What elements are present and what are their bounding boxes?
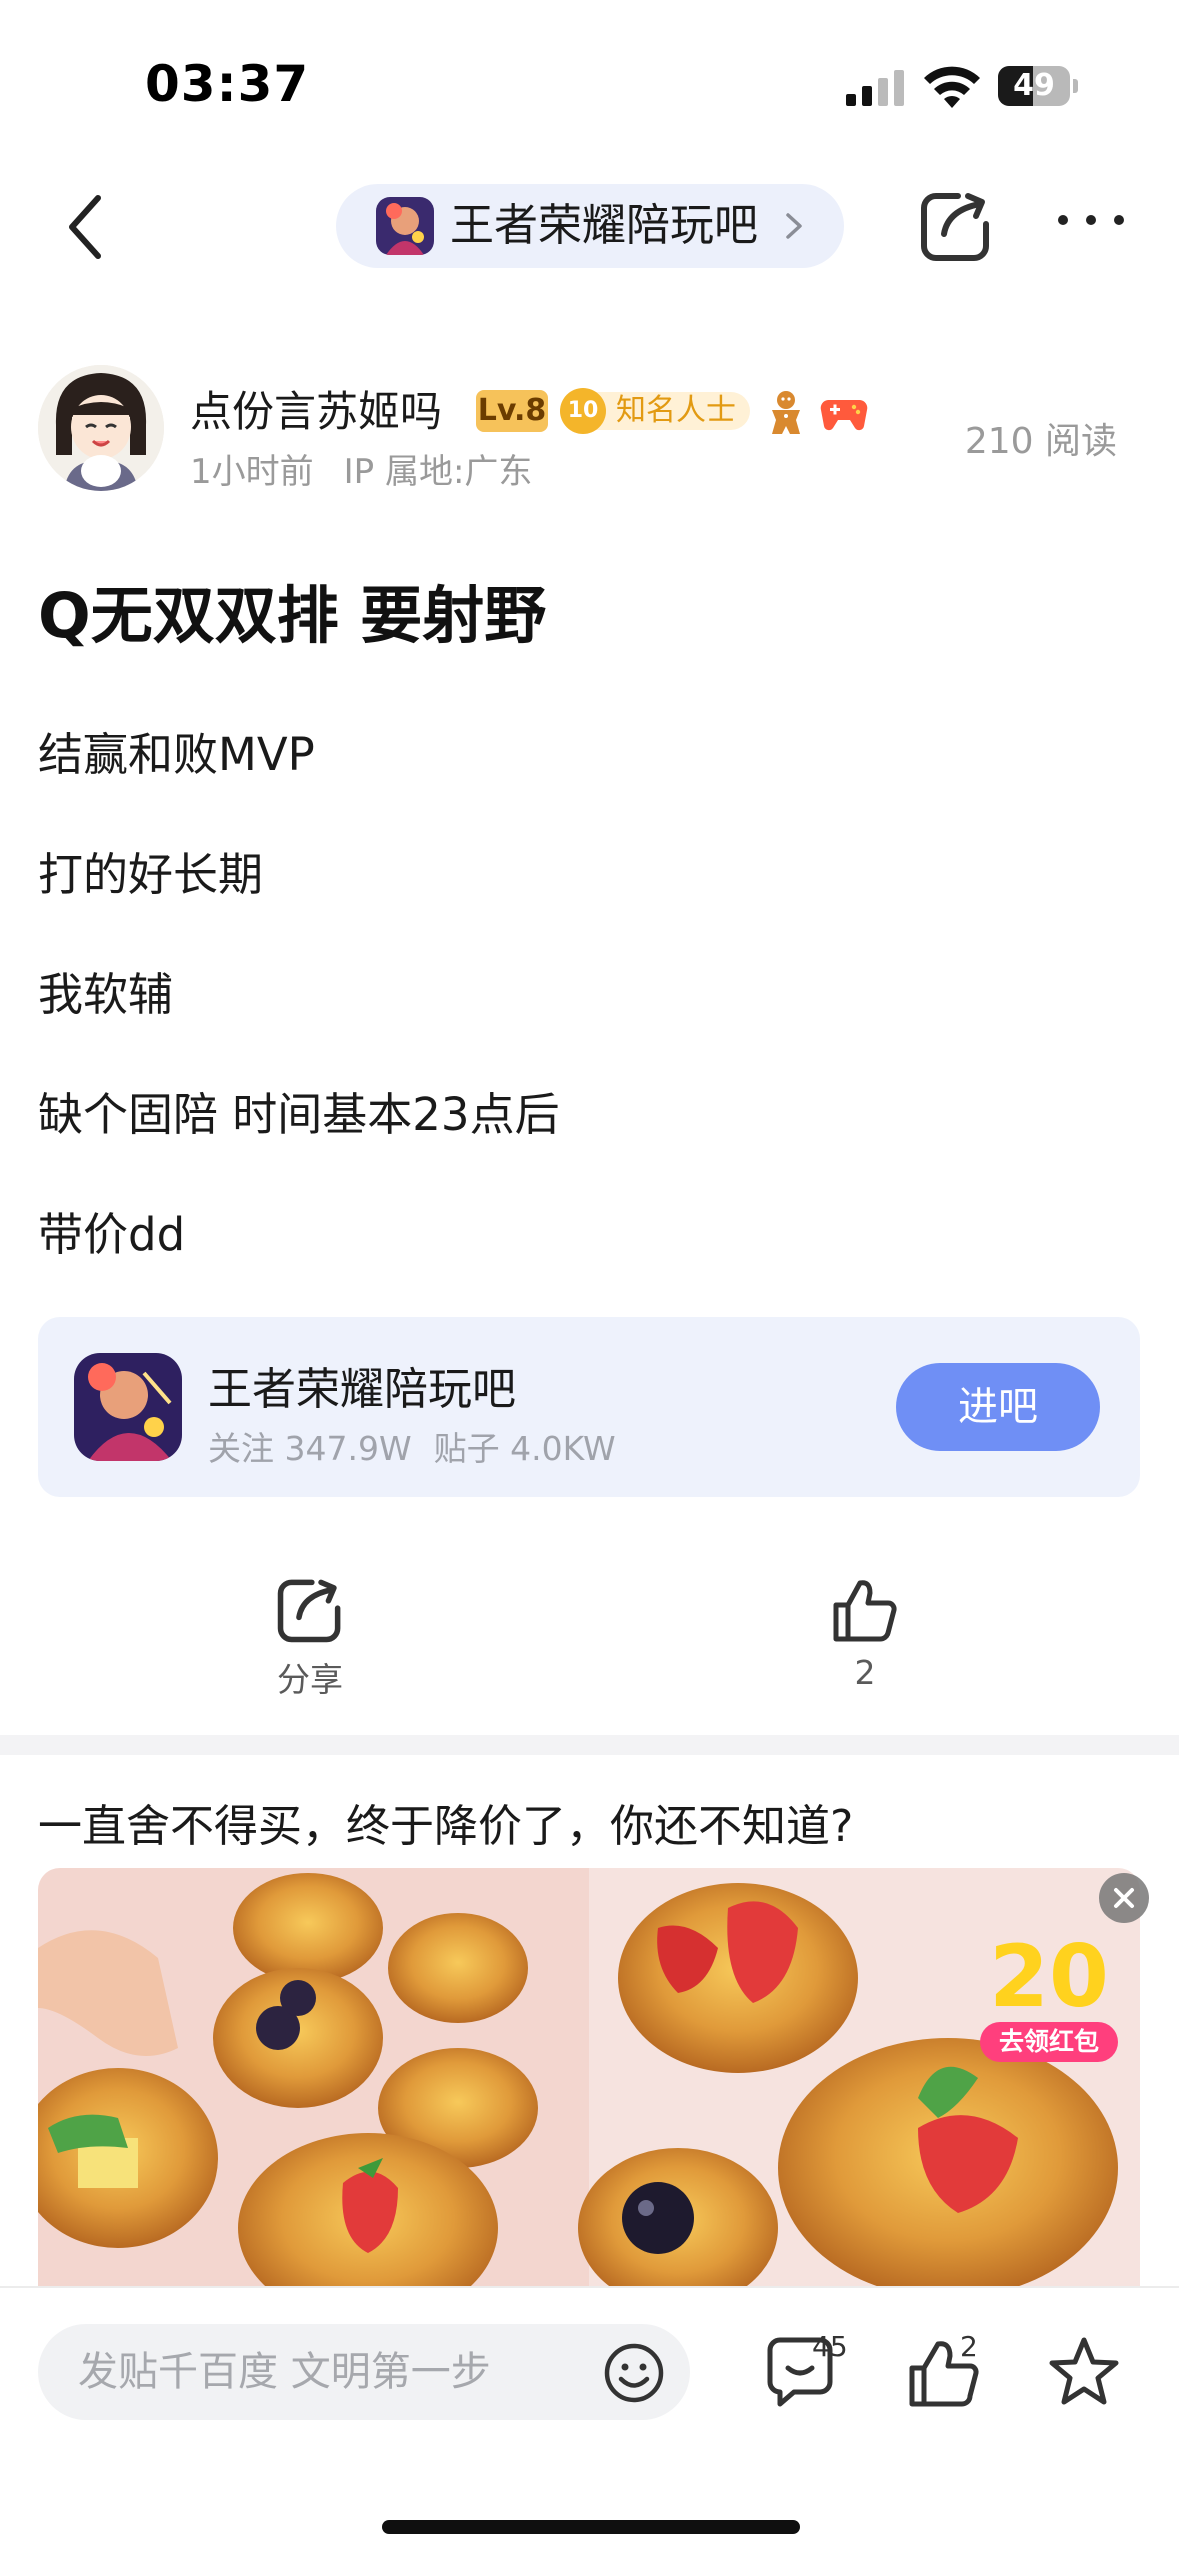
forum-card-avatar [74,1353,182,1461]
battery-percent: 49 [1013,68,1055,103]
red-packet-number: 20 [989,1927,1109,2027]
more-options-button[interactable] [1058,215,1124,235]
ad-image[interactable] [38,1868,1140,2288]
reply-input[interactable]: 发贴千百度 文明第一步 [38,2324,690,2420]
post-line: 我软辅 [38,968,174,1021]
wifi-icon [924,66,980,108]
forum-posts: 贴子 4.0KW [433,1429,616,1468]
emoji-icon[interactable] [603,2342,665,2404]
post-line: 缺个固陪 时间基本23点后 [38,1088,560,1141]
read-count: 210 阅读 [964,421,1117,462]
share-action[interactable]: 分享 [230,1575,390,1705]
fame-badge: 知名人士 10 [560,388,752,434]
status-time: 03:37 [145,55,310,113]
forum-followers: 关注 347.9W [208,1429,412,1468]
post-time: 1小时前 [190,452,314,492]
like-count: 2 [960,2330,978,2363]
ad-close-button[interactable] [1099,1873,1149,1923]
like-action-count: 2 [854,1653,876,1692]
forum-card[interactable]: 王者荣耀陪玩吧 关注 347.9W 贴子 4.0KW 进吧 [38,1317,1140,1497]
share-icon[interactable] [918,188,994,264]
forum-pill-button[interactable]: 王者荣耀陪玩吧 [336,184,844,268]
red-packet-label: 去领红包 [980,2022,1118,2062]
cellular-signal-icon [846,70,904,106]
fame-badge-label: 知名人士 [590,392,750,430]
reply-input-placeholder: 发贴千百度 文明第一步 [78,2349,491,2395]
post-line: 打的好长期 [38,848,264,901]
section-divider [0,1735,1179,1755]
thumbs-up-icon [833,1580,897,1642]
post-title: Q无双双排 要射野 [38,579,547,652]
comment-count: 45 [812,2330,848,2363]
bottom-bar: 发贴千百度 文明第一步 45 2 [0,2286,1179,2556]
forum-card-name: 王者荣耀陪玩吧 [208,1364,516,1415]
red-packet-badge[interactable]: 20 去领红包 [980,1930,1118,2070]
status-bar: 03:37 49 [0,0,1179,170]
level-badge: Lv.8 [476,390,548,432]
star-icon[interactable] [1044,2332,1124,2412]
forum-card-stats: 关注 347.9W 贴子 4.0KW [208,1422,616,1470]
author-avatar[interactable] [38,365,164,491]
share-action-label: 分享 [277,1660,343,1699]
post-meta: 1小时前 IP 属地:广东 [190,444,532,493]
ip-location: IP 属地:广东 [343,452,533,492]
ad-title[interactable]: 一直舍不得买，终于降价了，你还不知道? [38,1790,853,1854]
share-action-icon [277,1579,341,1643]
chevron-right-icon [786,213,802,239]
gingerbread-icon [772,391,800,434]
enter-forum-button[interactable]: 进吧 [896,1363,1100,1451]
back-button[interactable] [60,192,110,262]
author-name[interactable]: 点份言苏姬吗 [190,378,442,439]
battery-icon: 49 [998,66,1078,106]
gamepad-icon [820,400,868,431]
post-line: 带价dd [38,1208,186,1261]
home-indicator [382,2520,800,2534]
fame-level-icon: 10 [560,388,606,434]
forum-pill-name: 王者荣耀陪玩吧 [450,200,758,251]
close-icon [1114,1888,1134,1908]
like-action[interactable]: 2 [785,1575,945,1705]
post-line: 结赢和败MVP [38,728,315,781]
forum-avatar [376,197,434,255]
